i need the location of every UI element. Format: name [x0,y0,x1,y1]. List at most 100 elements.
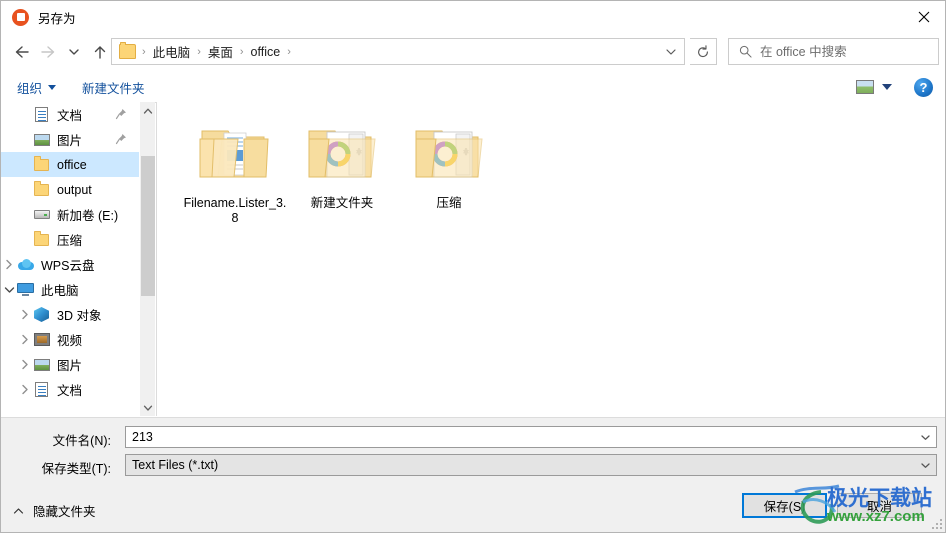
filetype-value: Text Files (*.txt) [132,458,219,472]
sidebar-item-1[interactable]: 图片 [1,127,139,152]
chevron-down-icon [920,434,930,440]
arrow-up-icon [94,45,106,59]
organize-label: 组织 [17,81,43,96]
chevron-down-icon [69,49,79,55]
sidebar-item-label: 此电脑 [41,284,79,298]
close-button[interactable] [901,1,945,32]
picture-icon [33,357,50,373]
breadcrumb-item-1[interactable]: 桌面 [207,40,234,63]
sidebar-item-10[interactable]: 图片 [1,352,139,377]
sidebar-item-label: 3D 对象 [57,309,102,323]
sidebar-item-11[interactable]: 文档 [1,377,139,402]
pin-icon[interactable] [115,133,127,148]
chevron-up-icon [143,108,153,114]
search-input[interactable] [760,44,920,59]
search-box[interactable] [728,38,939,65]
toolbar: 组织 新建文件夹 ? [1,72,945,103]
video-icon [33,332,50,348]
navigation-bar: › 此电脑 › 桌面 › office › [1,33,945,71]
scroll-down-button[interactable] [140,399,156,416]
sidebar-item-label: output [57,182,92,197]
file-list-item[interactable]: 新建文件夹 [288,108,396,211]
chevron-right-icon[interactable] [1,259,17,270]
view-options-icon[interactable] [856,80,874,94]
this-pc-icon [17,282,34,298]
breadcrumb-separator-2: › [239,45,244,58]
sidebar-item-label: 图片 [57,359,83,373]
pin-icon[interactable] [115,108,127,123]
picture-icon [33,132,50,148]
sidebar-item-5[interactable]: 压缩 [1,227,139,252]
search-icon [739,45,752,58]
scrollbar-thumb[interactable] [141,156,155,296]
cloud-icon [17,257,34,273]
folder-media-icon [288,108,396,196]
filename-input[interactable] [132,430,892,444]
file-list[interactable]: Filename.Lister_3.8 新建文件夹 压缩 [157,102,945,416]
file-list-item[interactable]: Filename.Lister_3.8 [181,108,289,226]
sidebar-item-6[interactable]: WPS云盘 [1,252,139,277]
new-folder-button[interactable]: 新建文件夹 [74,74,153,101]
sidebar-item-2[interactable]: office [1,152,139,177]
scroll-up-button[interactable] [140,102,156,119]
3d-object-icon [33,307,50,323]
filename-label: 文件名(N): [52,434,111,448]
filename-field[interactable] [125,426,937,448]
toolbar-right-group: ? [856,72,945,102]
chevron-right-icon[interactable] [17,309,33,320]
address-bar[interactable]: › 此电脑 › 桌面 › office › [111,38,685,65]
arrow-left-icon [15,46,29,58]
sidebar-item-label: 压缩 [57,234,83,248]
up-button[interactable] [87,37,113,67]
hide-folders-label: 隐藏文件夹 [33,505,96,519]
recent-locations-button[interactable] [61,37,87,67]
sidebar-item-8[interactable]: 3D 对象 [1,302,139,327]
folder-icon [33,230,50,248]
back-button[interactable] [9,37,35,67]
folder-media-icon [395,108,503,196]
chevron-right-icon[interactable] [17,334,33,345]
breadcrumb-item-0[interactable]: 此电脑 [152,40,192,63]
refresh-button[interactable] [690,38,717,65]
document-icon [33,107,50,123]
drive-icon [33,207,50,223]
sidebar-item-3[interactable]: output [1,177,139,202]
filetype-field[interactable]: Text Files (*.txt) [125,454,937,476]
filetype-label: 保存类型(T): [41,462,111,476]
breadcrumb-separator-3: › [287,45,291,58]
sidebar-item-7[interactable]: 此电脑 [1,277,139,302]
sidebar-item-9[interactable]: 视频 [1,327,139,352]
sidebar-item-0[interactable]: 文档 [1,102,139,127]
breadcrumb-item-2[interactable]: office [250,43,282,61]
folder-icon [33,155,50,173]
sidebar-item-label: office [57,157,87,172]
folder-media-icon [308,130,376,178]
resize-grip[interactable] [932,519,944,531]
filename-dropdown-button[interactable] [914,427,936,447]
sidebar-item-label: 视频 [57,334,83,348]
chevron-right-icon[interactable] [17,384,33,395]
forward-button[interactable] [35,37,61,67]
organize-button[interactable]: 组织 [9,74,64,101]
cancel-button[interactable]: 取消 [837,493,922,518]
navigation-pane-scrollbar[interactable] [139,102,155,416]
sidebar-item-4[interactable]: 新加卷 (E:) [1,202,139,227]
form-area: 文件名(N): 保存类型(T): Text Files (*.txt) [1,417,945,480]
folder-documents-icon [199,130,269,178]
address-dropdown-button[interactable] [658,39,684,64]
file-list-item[interactable]: 压缩 [395,108,503,211]
filetype-dropdown-button[interactable] [914,455,936,475]
close-icon [918,11,930,22]
sidebar-item-label: WPS云盘 [41,259,95,273]
save-button[interactable]: 保存(S) [742,493,827,518]
chevron-down-icon[interactable] [1,286,17,294]
help-button[interactable]: ? [914,77,933,97]
title-bar: 另存为 [1,1,945,33]
view-dropdown-icon[interactable] [882,84,892,90]
folder-icon [33,180,50,198]
chevron-right-icon[interactable] [17,359,33,370]
arrow-right-icon [41,46,55,58]
hide-folders-button[interactable]: 隐藏文件夹 [13,501,96,520]
folder-media-icon [415,130,483,178]
document-icon [33,382,50,398]
